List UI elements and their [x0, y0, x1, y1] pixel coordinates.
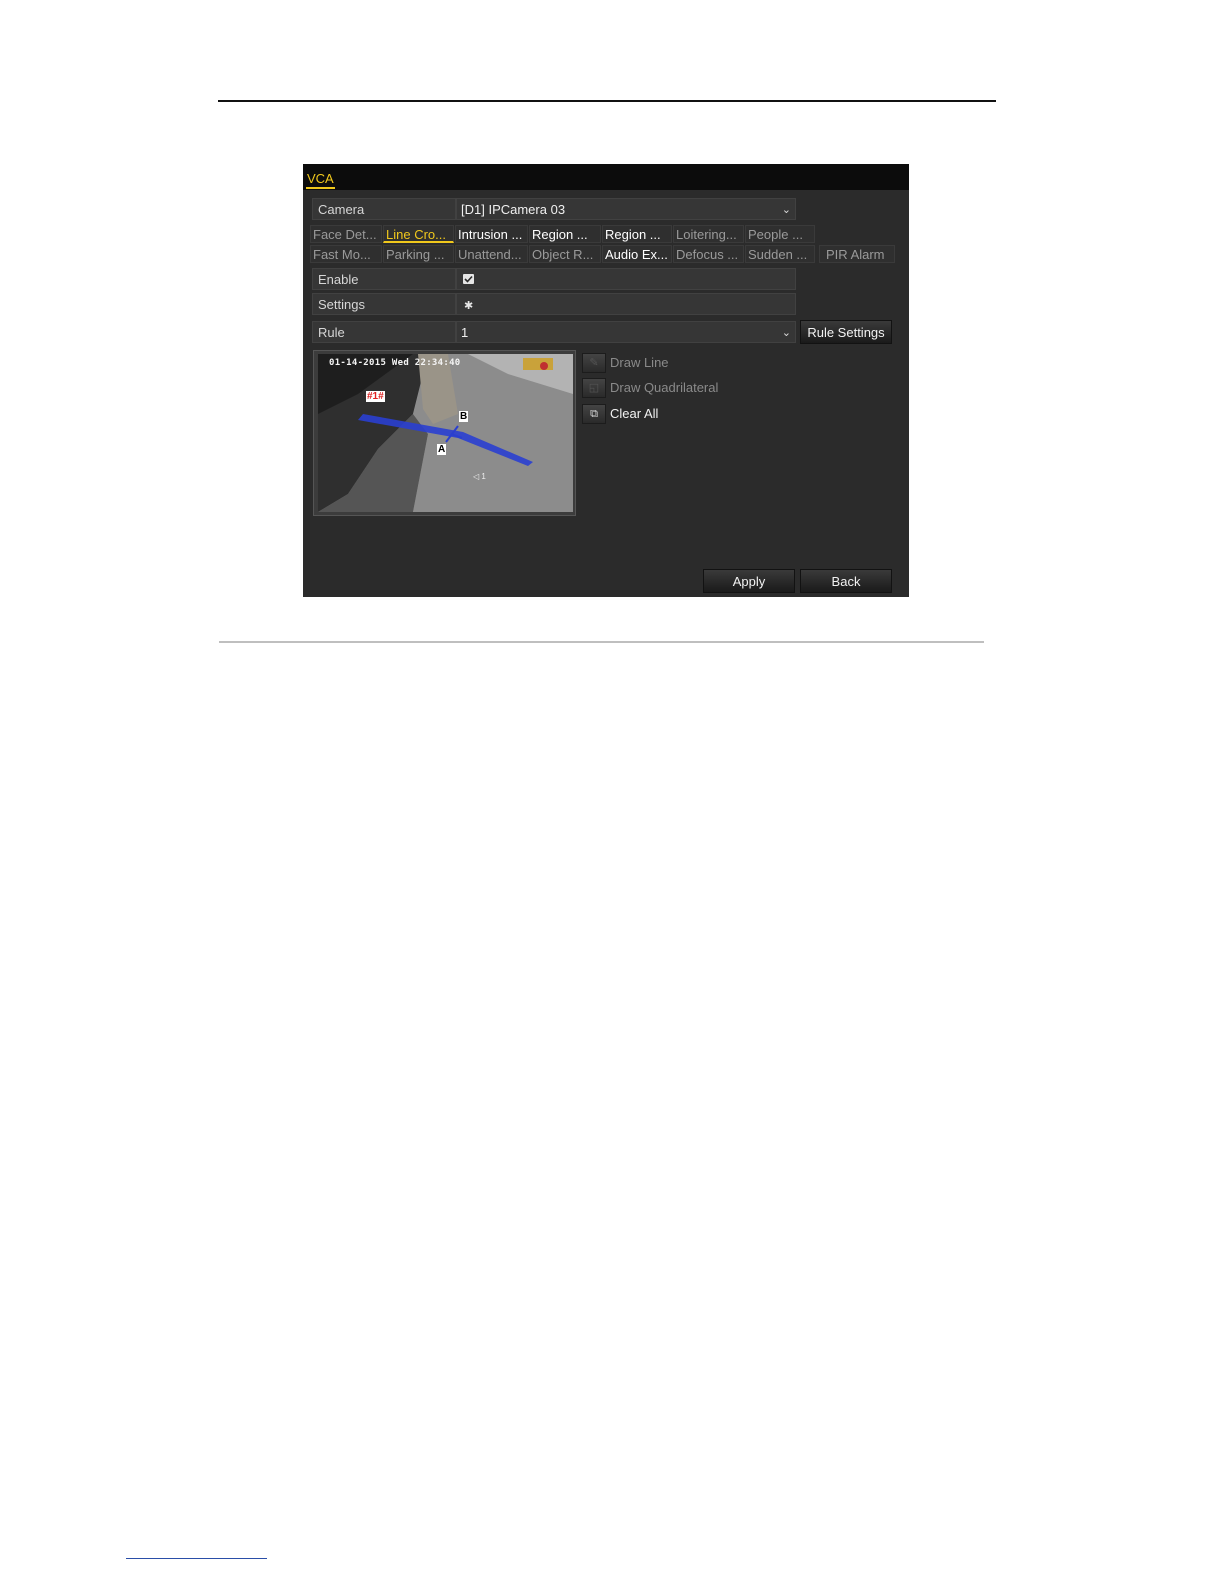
rule-label: Rule [312, 321, 456, 343]
chevron-down-icon: ⌄ [781, 327, 791, 339]
footer-link-underline [126, 1558, 267, 1559]
tab-parking[interactable]: Parking ... [383, 245, 454, 263]
tab-pir-alarm[interactable]: PIR Alarm [819, 245, 895, 263]
video-preview-frame: 01-14-2015 Wed 22:34:40 #1# B A ◁ 1 [313, 350, 576, 516]
camera-select[interactable]: [D1] IPCamera 03 ⌄ [456, 198, 796, 220]
tab-face-detection[interactable]: Face Det... [310, 225, 382, 243]
figure-bottom-rule [219, 641, 984, 643]
title-bar: VCA [303, 164, 909, 190]
gear-icon[interactable]: ✱ [464, 295, 473, 317]
camera-select-value: [D1] IPCamera 03 [461, 202, 566, 217]
tab-object-removal[interactable]: Object R... [529, 245, 601, 263]
rule-tag: #1# [366, 391, 385, 402]
rule-settings-button[interactable]: Rule Settings [800, 320, 892, 344]
back-button[interactable]: Back [800, 569, 892, 593]
tab-line-crossing[interactable]: Line Cro... [383, 225, 454, 243]
rule-select[interactable]: 1 ⌄ [456, 321, 796, 343]
line-point-a: A [437, 444, 447, 455]
enable-field [456, 268, 796, 290]
settings-label: Settings [312, 293, 456, 315]
tab-loitering[interactable]: Loitering... [673, 225, 744, 243]
tab-intrusion[interactable]: Intrusion ... [455, 225, 528, 243]
page-header-rule [218, 100, 996, 102]
osd-timestamp: 01-14-2015 Wed 22:34:40 [329, 358, 461, 368]
tab-region-entrance[interactable]: Region ... [529, 225, 601, 243]
enable-checkbox[interactable] [463, 274, 474, 284]
tab-defocus[interactable]: Defocus ... [673, 245, 744, 263]
draw-line-label: Draw Line [610, 355, 669, 370]
clear-all-icon: ⧉ [582, 404, 606, 424]
channel-label: ◁ 1 [473, 472, 486, 481]
draw-quadrilateral-label: Draw Quadrilateral [610, 380, 719, 395]
clear-all-label: Clear All [610, 406, 659, 421]
camera-scene [318, 354, 573, 512]
tab-sudden-scene-change[interactable]: Sudden ... [745, 245, 815, 263]
rule-select-value: 1 [461, 325, 469, 340]
draw-quadrilateral-icon: ◱ [582, 378, 606, 398]
window-title: VCA [306, 171, 335, 189]
tab-people-gathering[interactable]: People ... [745, 225, 815, 243]
video-preview[interactable]: 01-14-2015 Wed 22:34:40 #1# B A ◁ 1 [318, 354, 573, 512]
tab-region-exiting[interactable]: Region ... [602, 225, 672, 243]
apply-button[interactable]: Apply [703, 569, 795, 593]
camera-label: Camera [312, 198, 456, 220]
chevron-down-icon: ⌄ [781, 204, 791, 216]
tab-unattended-baggage[interactable]: Unattend... [455, 245, 528, 263]
vca-window: VCA Camera [D1] IPCamera 03 ⌄ Face Det..… [303, 164, 909, 597]
settings-field: ✱ [456, 293, 796, 315]
tab-fast-moving[interactable]: Fast Mo... [310, 245, 382, 263]
line-point-b: B [459, 411, 469, 422]
tab-audio-exception[interactable]: Audio Ex... [602, 245, 672, 263]
draw-line-icon: ✎ [582, 353, 606, 373]
enable-label: Enable [312, 268, 456, 290]
